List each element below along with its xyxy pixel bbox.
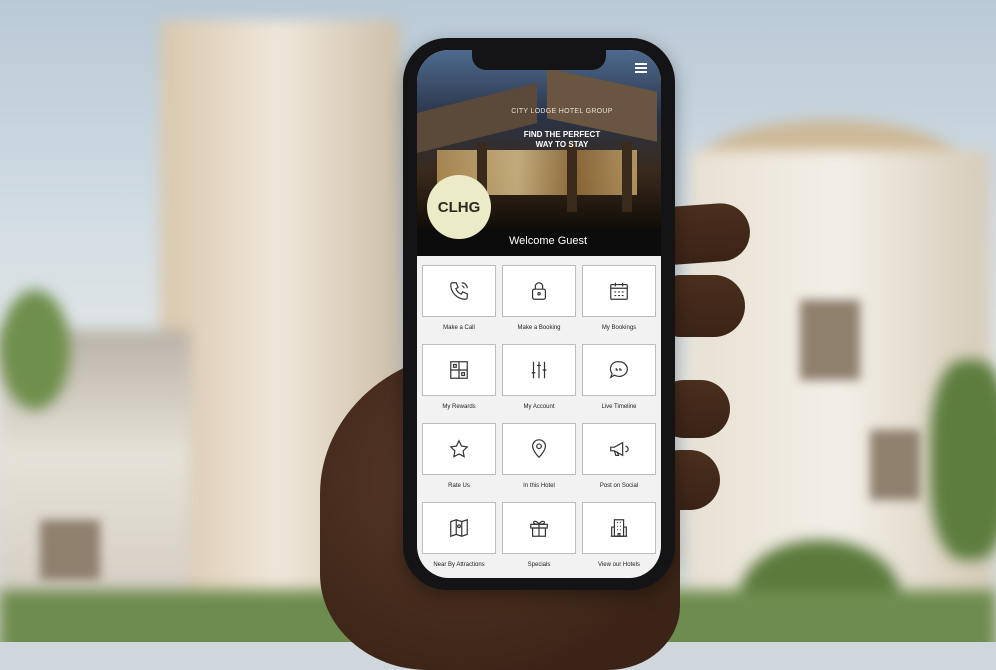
tagline: FIND THE PERFECT WAY TO STAY xyxy=(523,130,601,149)
tile-label: My Account xyxy=(523,404,555,410)
tile-specials[interactable]: Specials xyxy=(502,502,576,573)
tile-label: Near By Attractions xyxy=(433,562,485,568)
tile-label: Specials xyxy=(527,562,551,568)
megaphone-icon xyxy=(610,441,629,457)
tile-rate-us[interactable]: Rate Us xyxy=(422,423,496,494)
rewards-card-icon xyxy=(450,361,468,379)
sliders-icon xyxy=(531,361,547,379)
logo-badge: CLHG xyxy=(427,175,491,239)
tile-my-rewards[interactable]: My Rewards xyxy=(422,344,496,415)
hotel-building-icon xyxy=(610,519,628,537)
background-tree-right xyxy=(930,360,996,560)
tile-label: View our Hotels xyxy=(598,562,640,568)
phone-icon xyxy=(450,282,468,300)
tile-label: Live Timeline xyxy=(601,404,637,410)
tile-label: My Rewards xyxy=(442,404,476,410)
tile-live-timeline[interactable]: Live Timeline xyxy=(582,344,656,415)
app-screen: CITY LODGE HOTEL GROUP FIND THE PERFECT … xyxy=(417,50,661,578)
calendar-icon xyxy=(610,282,628,300)
tile-near-by-attractions[interactable]: Near By Attractions xyxy=(422,502,496,573)
tile-label: Rate Us xyxy=(448,483,470,489)
location-pin-icon xyxy=(531,439,547,459)
tile-label: Make a Call xyxy=(443,325,475,331)
tile-label: In this Hotel xyxy=(523,483,555,489)
tile-label: Make a Booking xyxy=(517,325,561,331)
speech-bubble-icon xyxy=(609,361,628,379)
smartphone: CITY LODGE HOTEL GROUP FIND THE PERFECT … xyxy=(403,38,675,590)
gift-icon xyxy=(530,520,548,537)
tile-label: My Bookings xyxy=(601,325,637,331)
tile-my-account[interactable]: My Account xyxy=(502,344,576,415)
welcome-text: Welcome Guest xyxy=(509,235,588,247)
phone-notch xyxy=(472,50,606,70)
lock-icon xyxy=(531,282,547,300)
tile-post-on-social[interactable]: Post on Social xyxy=(582,423,656,494)
tile-in-this-hotel[interactable]: In this Hotel xyxy=(502,423,576,494)
tile-view-our-hotels[interactable]: View our Hotels xyxy=(582,502,656,573)
tile-label: Post on Social xyxy=(599,483,639,489)
tile-my-bookings[interactable]: My Bookings xyxy=(582,265,656,336)
tile-make-a-booking[interactable]: Make a Booking xyxy=(502,265,576,336)
tile-make-a-call[interactable]: Make a Call xyxy=(422,265,496,336)
hamburger-menu-icon[interactable] xyxy=(635,63,647,73)
map-icon xyxy=(450,518,468,538)
menu-grid: Make a Call Make a Booking My Bookings M… xyxy=(422,265,656,573)
background-tree-left xyxy=(0,290,70,410)
brand-name: CITY LODGE HOTEL GROUP xyxy=(511,108,613,115)
star-icon xyxy=(449,439,469,458)
